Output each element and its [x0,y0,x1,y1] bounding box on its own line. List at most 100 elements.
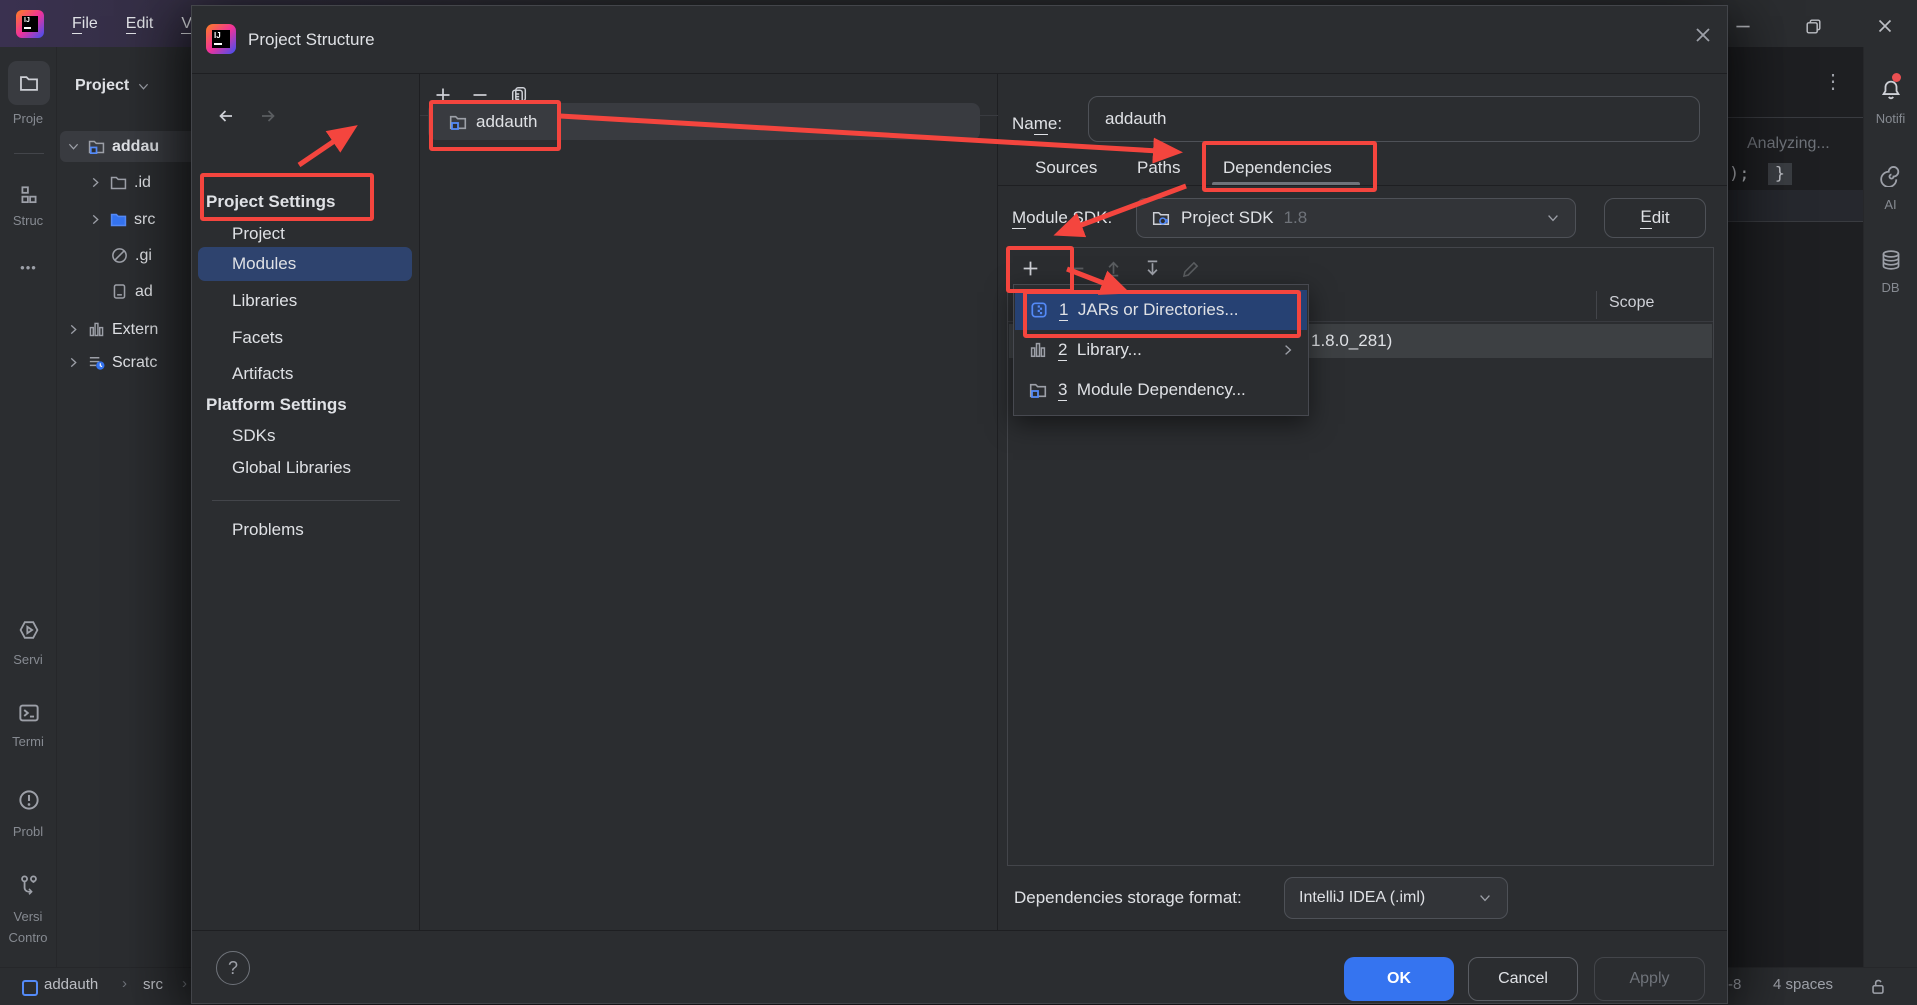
menu-item-jars-or-directories[interactable]: 1 JARs or Directories... [1015,290,1307,330]
chevron-right-icon[interactable] [88,175,103,190]
storage-format-value: IntelliJ IDEA (.iml) [1299,889,1426,906]
name-value: addauth [1105,109,1167,128]
jar-icon [1029,300,1049,320]
notifications-button[interactable] [1876,73,1906,105]
status-encoding[interactable]: -8 [1728,976,1741,993]
menu-view[interactable]: V [181,14,193,34]
tab-dependencies[interactable]: Dependencies [1223,158,1332,178]
database-button[interactable] [1876,245,1906,275]
move-down-button[interactable] [1137,253,1167,283]
cancel-button[interactable]: Cancel [1468,957,1578,1001]
chevron-right-icon[interactable] [88,212,103,227]
nav-item-libraries[interactable]: Libraries [232,285,297,316]
sdk-edit-button[interactable]: Edit [1604,198,1706,238]
edit-dependency-button[interactable] [1176,253,1206,283]
ai-assistant-button[interactable] [1876,160,1906,190]
tool-version-control-button[interactable] [14,870,44,900]
tree-row-idea[interactable]: .id [88,167,151,198]
forward-icon[interactable] [258,106,278,126]
chevron-down-icon[interactable] [66,139,81,154]
tool-project-button[interactable] [8,61,50,105]
more-tools-button[interactable]: ••• [0,260,57,275]
menu-item-module-dependency[interactable]: 3 Module Dependency... [1014,370,1308,410]
tree-row-iml[interactable]: ad [110,276,153,307]
apply-button[interactable]: Apply [1594,957,1705,1001]
window-close-button[interactable] [1870,11,1900,41]
dialog-close-button[interactable] [1688,20,1718,50]
breadcrumb-src[interactable]: src [143,976,163,993]
tree-label: .gi [135,246,152,264]
tree-row-src[interactable]: src [88,204,155,235]
tree-row-external-libraries[interactable]: Extern [66,314,158,345]
analyzing-status: Analyzing... [1747,135,1830,152]
move-up-button[interactable] [1098,253,1128,283]
tree-row-gitignore[interactable]: .gi [110,240,152,271]
tool-services-label: Servi [13,652,43,667]
tool-services-button[interactable] [14,615,44,645]
window-restore-button[interactable] [1798,11,1828,41]
status-indent[interactable]: 4 spaces [1773,976,1833,993]
storage-format-label: Dependencies storage format: [1014,888,1242,907]
name-label: Name: [1012,114,1063,135]
window-minimize-button[interactable] [1728,11,1758,41]
sdk-version: 1.8 [1283,208,1308,227]
project-structure-dialog: IJ Project Structure Project Settings Pr… [191,5,1728,1004]
editor-kebab-menu[interactable]: ⋮ [1823,69,1843,94]
dialog-nav-panel: Project Settings Project Modules Librari… [192,74,420,930]
back-icon[interactable] [216,106,236,126]
add-dependency-button[interactable] [1015,253,1045,283]
chevron-right-icon[interactable] [66,322,81,337]
chevron-down-icon [1545,210,1561,226]
nav-item-artifacts[interactable]: Artifacts [232,358,293,389]
chevron-down-icon[interactable] [136,79,151,94]
database-label: DB [1881,280,1900,295]
tab-paths[interactable]: Paths [1137,158,1180,178]
nav-group-platform-settings: Platform Settings [206,394,347,414]
nav-item-global-libraries[interactable]: Global Libraries [232,452,351,483]
sdk-icon [1151,208,1171,228]
tab-sources[interactable]: Sources [1035,158,1097,178]
lock-icon[interactable] [1868,976,1889,997]
folder-icon [109,173,128,192]
tool-version-control-label1: Versi [13,909,43,924]
tool-structure-button[interactable] [14,180,44,210]
remove-dependency-button[interactable] [1061,253,1091,283]
module-sdk-select[interactable]: Project SDK 1.8 [1136,198,1576,238]
ignored-file-icon [110,246,129,265]
module-sdk-label: Module SDK: [1012,208,1113,229]
left-tool-strip: Proje Struc ••• Servi Termi Probl Versi … [0,47,57,967]
chevron-right-icon[interactable] [66,355,81,370]
nav-item-problems[interactable]: Problems [232,514,304,545]
breadcrumb-separator: › [182,975,187,992]
scope-column-header[interactable]: Scope [1609,294,1654,312]
add-dependency-popup-menu: 1 JARs or Directories... 2 Library... 3 … [1013,284,1309,416]
breadcrumb-separator: › [122,975,127,992]
screen: IJ File Edit V Proje Struc ••• Servi Ter… [0,0,1917,1005]
tree-label: Extern [112,320,159,338]
tool-terminal-label: Termi [12,734,44,749]
ok-button[interactable]: OK [1344,957,1454,1001]
nav-item-facets[interactable]: Facets [232,322,283,353]
dialog-logo: IJ [206,24,236,54]
tree-row-addauth[interactable]: addau [66,131,159,162]
library-icon [87,320,106,339]
tool-problems-button[interactable] [14,785,44,815]
menu-edit[interactable]: Edit [125,14,153,34]
storage-format-select[interactable]: IntelliJ IDEA (.iml) [1284,877,1508,919]
tool-terminal-button[interactable] [14,698,44,728]
help-button[interactable]: ? [216,951,250,985]
breadcrumb-module[interactable]: addauth [44,976,98,993]
name-input[interactable]: addauth [1088,96,1700,142]
module-list-item-addauth[interactable]: addauth [428,103,980,140]
nav-item-sdks[interactable]: SDKs [232,420,275,451]
nav-item-project[interactable]: Project [232,218,285,249]
menu-file[interactable]: File [72,14,98,34]
scratches-icon [87,353,106,372]
tree-label: src [134,210,156,228]
code-text: ); [1729,164,1750,184]
dialog-title-bar: IJ Project Structure [192,6,1727,74]
menu-item-library[interactable]: 2 Library... [1014,330,1308,370]
strip-divider [14,153,44,154]
nav-item-modules[interactable]: Modules [232,248,296,279]
tree-row-scratches[interactable]: Scratc [66,347,157,378]
